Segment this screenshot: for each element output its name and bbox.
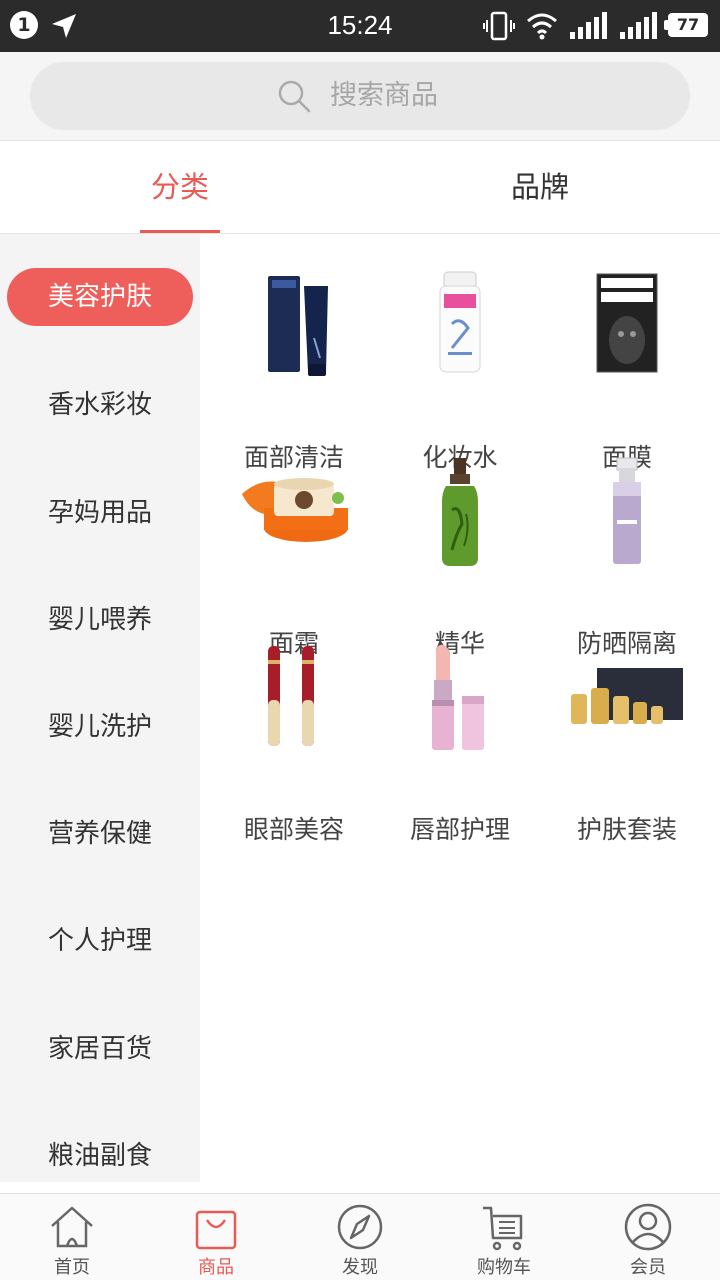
subcategory-item[interactable]: 唇部护理 [376,640,544,844]
skincare-set-image [571,668,683,724]
sidebar-item-perfume-makeup[interactable]: 香水彩妆 [0,376,200,434]
search-icon [278,80,311,113]
active-tab-underline [140,230,220,233]
sidebar-item-maternity[interactable]: 孕妈用品 [0,484,200,542]
battery-icon: 77 [664,13,708,37]
category-brand-tabs: 分类 品牌 [0,141,720,234]
subcategory-item[interactable]: 精华 [376,454,544,658]
bottom-navigation: 首页 商品 发现 购物车 会员 [0,1193,720,1280]
category-sidebar: 美容护肤 香水彩妆 孕妈用品 婴儿喂养 婴儿洗护 营养保健 个人护理 家居百货 … [0,234,200,1182]
sidebar-item-groceries[interactable]: 粮油副食 [0,1127,200,1185]
status-bar: 1 15:24 77 [0,0,720,52]
shopping-bag-icon [195,1210,237,1250]
clock: 15:24 [327,10,393,40]
subcategory-item[interactable]: 面膜 [543,268,711,472]
cart-icon [483,1206,523,1251]
cream-jar-image [242,478,348,542]
compass-icon [337,1204,383,1250]
search-input[interactable]: 搜索商品 [30,62,690,130]
face-mask-pack-image [596,273,658,373]
toner-bottle-image [439,271,481,373]
sidebar-item-beauty-skincare[interactable]: 美容护肤 [7,268,193,326]
signal-icon [570,12,607,39]
sidebar-item-baby-care[interactable]: 婴儿洗护 [0,698,200,756]
signal-icon [620,12,657,39]
nav-products[interactable]: 商品 [144,1194,288,1280]
nav-home[interactable]: 首页 [0,1194,144,1280]
tab-category[interactable]: 分类 [0,141,360,233]
sidebar-item-personal-care[interactable]: 个人护理 [0,912,200,970]
nav-label: 发现 [342,1257,378,1278]
subcategory-item[interactable]: 面部清洁 [210,268,378,472]
lip-balm-image [432,644,484,750]
wifi-icon [527,13,557,40]
nav-discover[interactable]: 发现 [288,1194,432,1280]
nav-label: 会员 [630,1257,666,1278]
eye-cream-image [268,646,314,746]
nav-label: 购物车 [477,1257,531,1278]
sidebar-item-household[interactable]: 家居百货 [0,1020,200,1078]
subcategory-item[interactable]: 面霜 [210,454,378,658]
subcategory-item[interactable]: 化妆水 [376,268,544,472]
serum-bottle-image [442,458,478,566]
sunscreen-bottle-image [613,457,641,564]
subcategory-grid: 面部清洁 化妆水 面膜 [210,234,720,1182]
subcategory-label: 唇部护理 [409,815,510,844]
subcategory-label: 眼部美容 [243,815,344,844]
vibrate-icon [483,11,515,41]
subcategory-item[interactable]: 眼部美容 [210,640,378,844]
nav-label: 首页 [54,1257,90,1278]
home-icon [51,1206,93,1248]
search-area: 搜索商品 [0,52,720,141]
subcategory-item[interactable]: 防晒隔离 [543,454,711,658]
user-icon [624,1203,672,1251]
subcategory-item[interactable]: 护肤套装 [543,640,711,844]
sidebar-item-baby-feeding[interactable]: 婴儿喂养 [0,591,200,649]
cleanser-tube-image [268,276,328,376]
search-placeholder: 搜索商品 [330,80,438,111]
subcategory-label: 护肤套装 [576,815,677,844]
tab-brand[interactable]: 品牌 [360,141,720,233]
sidebar-item-nutrition[interactable]: 营养保健 [0,805,200,863]
nav-label: 商品 [198,1257,234,1278]
nav-cart[interactable]: 购物车 [432,1194,576,1280]
nav-member[interactable]: 会员 [576,1194,720,1280]
